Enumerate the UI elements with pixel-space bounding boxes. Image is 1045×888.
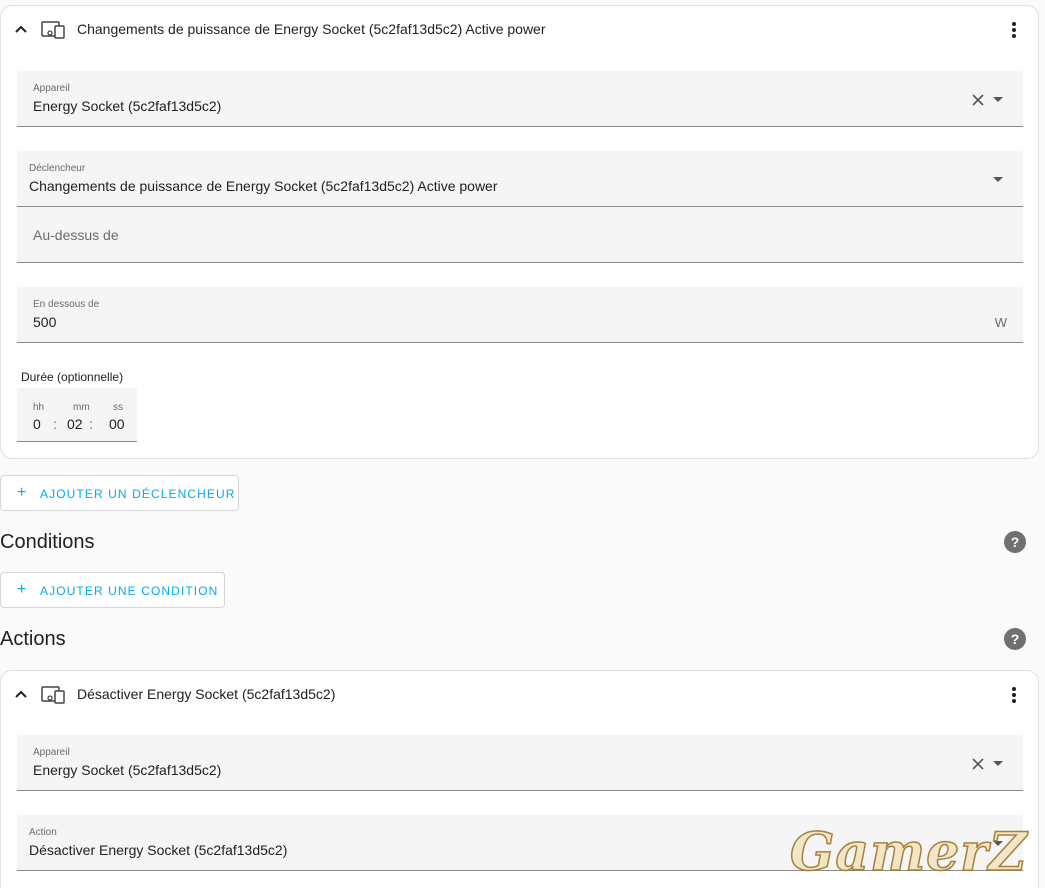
add-trigger-label: AJOUTER UN DÉCLENCHEUR [40, 487, 236, 501]
duration-label: Durée (optionnelle) [21, 370, 124, 384]
trigger-select[interactable]: Déclencheur Changements de puissance de … [17, 151, 1023, 207]
above-placeholder: Au-dessus de [33, 227, 119, 243]
devices-icon [41, 21, 65, 39]
menu-down-icon[interactable] [993, 761, 1003, 766]
hours-field[interactable]: 0 [33, 416, 41, 432]
time-separator: : [89, 416, 93, 432]
close-icon[interactable] [971, 757, 985, 771]
seconds-field[interactable]: 00 [109, 416, 125, 432]
device-value: Energy Socket (5c2faf13d5c2) [33, 762, 222, 778]
trigger-card: Changements de puissance de Energy Socke… [0, 5, 1039, 459]
actions-heading: Actions [0, 628, 66, 650]
action-value: Désactiver Energy Socket (5c2faf13d5c2) [29, 842, 288, 858]
ss-label: ss [113, 402, 123, 413]
device-value: Energy Socket (5c2faf13d5c2) [33, 98, 222, 114]
action-title: Désactiver Energy Socket (5c2faf13d5c2) [77, 686, 336, 702]
add-condition-button[interactable]: + AJOUTER UNE CONDITION [0, 572, 225, 608]
below-input[interactable]: En dessous de 500 W [17, 287, 1023, 343]
hh-label: hh [33, 402, 45, 413]
device-label: Appareil [33, 747, 70, 758]
plus-icon: + [17, 484, 27, 501]
device-select[interactable]: Appareil Energy Socket (5c2faf13d5c2) [17, 71, 1023, 127]
help-circle-icon[interactable]: ? [1004, 531, 1026, 553]
trigger-title: Changements de puissance de Energy Socke… [77, 21, 546, 37]
menu-down-icon[interactable] [993, 97, 1003, 102]
action-device-select[interactable]: Appareil Energy Socket (5c2faf13d5c2) [17, 735, 1023, 791]
unit-suffix: W [994, 315, 1007, 330]
minutes-field[interactable]: 02 [67, 416, 83, 432]
trigger-card-header[interactable]: Changements de puissance de Energy Socke… [1, 6, 1038, 54]
help-circle-icon[interactable]: ? [1004, 628, 1026, 650]
duration-input[interactable]: hh mm ss 0 : 02 : 00 [17, 388, 137, 442]
mm-label: mm [73, 402, 90, 413]
device-label: Appareil [33, 83, 70, 94]
plus-icon: + [17, 581, 27, 598]
time-separator: : [53, 416, 57, 432]
action-label: Action [29, 827, 57, 838]
watermark-logo: GamerZ [789, 821, 1028, 884]
close-icon[interactable] [971, 93, 985, 107]
below-value: 500 [33, 314, 57, 330]
dots-vertical-icon[interactable] [1004, 20, 1024, 40]
menu-down-icon[interactable] [993, 177, 1003, 182]
above-input[interactable]: Au-dessus de [17, 207, 1023, 263]
devices-icon [41, 686, 65, 704]
chevron-up-icon[interactable] [13, 686, 29, 702]
below-label: En dessous de [33, 299, 100, 310]
dots-vertical-icon[interactable] [1004, 685, 1024, 705]
add-condition-label: AJOUTER UNE CONDITION [40, 584, 219, 598]
conditions-heading: Conditions [0, 531, 95, 553]
trigger-value: Changements de puissance de Energy Socke… [29, 178, 498, 194]
action-card-header[interactable]: Désactiver Energy Socket (5c2faf13d5c2) [1, 671, 1038, 719]
add-trigger-button[interactable]: + AJOUTER UN DÉCLENCHEUR [0, 475, 239, 511]
trigger-label: Déclencheur [29, 163, 86, 174]
chevron-up-icon[interactable] [13, 21, 29, 37]
